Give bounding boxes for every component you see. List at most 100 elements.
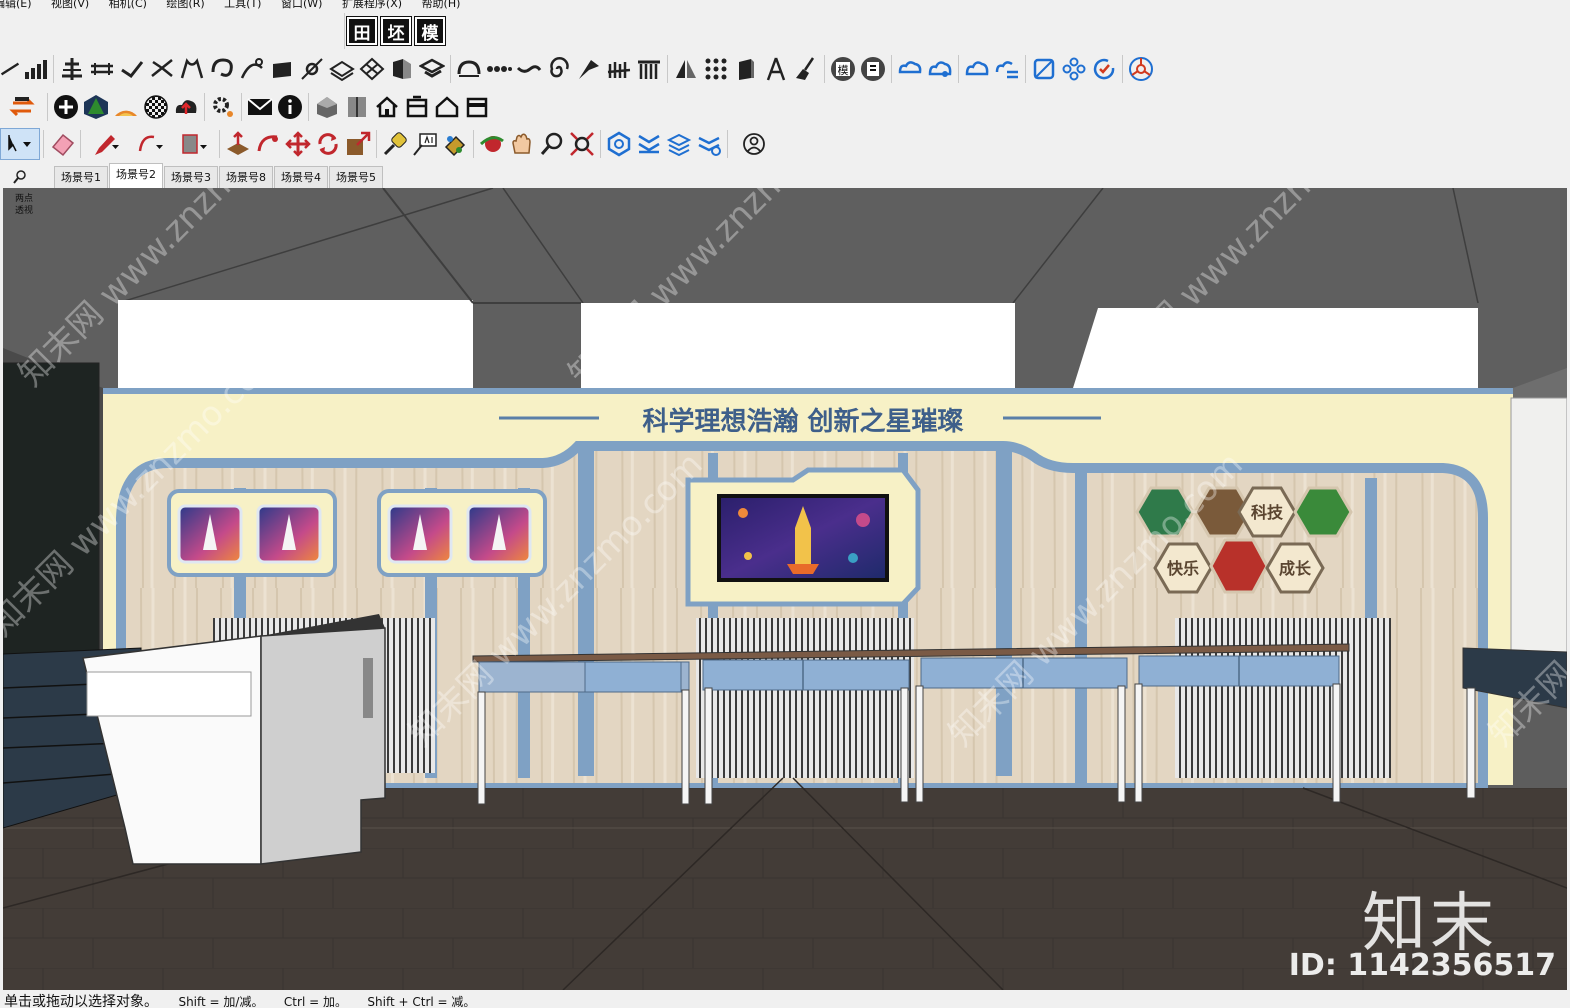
info-icon[interactable] (275, 92, 305, 122)
fence-icon[interactable] (604, 54, 634, 84)
move-tool-icon[interactable] (283, 129, 313, 159)
house-front-icon[interactable] (402, 92, 432, 122)
account-icon[interactable] (731, 129, 781, 159)
follow-me-icon[interactable] (253, 129, 283, 159)
cloud-share-icon[interactable] (925, 54, 955, 84)
frame-icon[interactable] (1029, 54, 1059, 84)
menu-help[interactable]: 帮助(H) (422, 0, 461, 10)
mo-plugin-button[interactable]: 模 (414, 16, 446, 46)
cloud-list-icon[interactable] (992, 54, 1022, 84)
menu-tools[interactable]: 工具(T) (224, 0, 261, 10)
home-icon[interactable] (372, 92, 402, 122)
flag-tool-icon[interactable] (574, 54, 604, 84)
pi-plugin-button[interactable]: 坯 (380, 16, 412, 46)
menu-edit[interactable]: 编辑(E) (0, 0, 32, 10)
paint-bucket-icon[interactable] (440, 129, 470, 159)
section-plane-icon[interactable] (604, 129, 634, 159)
pen-curve-icon[interactable] (297, 54, 327, 84)
line-tool-icon[interactable] (0, 54, 20, 84)
mirror-icon[interactable] (671, 54, 701, 84)
poster-frame-left (167, 489, 337, 577)
scene-render: 科学理想浩瀚 创新之星璀璨 科技 快乐 成长 两点 透视 知末网 www.znz… (3, 188, 1567, 990)
zoom-extents-icon[interactable] (567, 129, 597, 159)
spiral-icon[interactable] (544, 54, 574, 84)
model-viewport[interactable]: 科学理想浩瀚 创新之星璀璨 科技 快乐 成长 两点 透视 知末网 www.znz… (0, 188, 1567, 990)
chrome-icon[interactable] (1126, 54, 1156, 84)
stairs-icon[interactable] (57, 54, 87, 84)
tab-scene-3[interactable]: 场景号3 (164, 166, 218, 188)
tab-scene-2[interactable]: 场景号2 (109, 163, 163, 188)
orbit-icon[interactable] (477, 129, 507, 159)
rail-icon[interactable] (87, 54, 117, 84)
tab-scene-8[interactable]: 场景号8 (219, 166, 273, 188)
menu-camera[interactable]: 相机(C) (109, 0, 147, 10)
box-tool-icon[interactable] (387, 54, 417, 84)
scale-tool-icon[interactable] (343, 129, 373, 159)
house-outline-icon[interactable] (432, 92, 462, 122)
columns-icon[interactable] (634, 54, 664, 84)
fold-icon[interactable] (117, 54, 147, 84)
curve-tool-icon[interactable] (237, 54, 267, 84)
tab-scene-4[interactable]: 场景号4 (274, 166, 328, 188)
cloud-upload-icon[interactable] (962, 54, 992, 84)
image-id-watermark: ID: 1142356517 (1288, 948, 1556, 983)
house-side-icon[interactable] (342, 92, 372, 122)
export-badge-icon[interactable] (858, 54, 888, 84)
mo-badge-icon[interactable]: 模 (828, 54, 858, 84)
section-settings-icon[interactable] (694, 129, 724, 159)
section-cut-icon[interactable] (634, 129, 664, 159)
pencil-icon[interactable] (84, 129, 128, 159)
menu-extensions[interactable]: 扩展程序(X) (342, 0, 402, 10)
cloud-link-icon[interactable] (895, 54, 925, 84)
gear-icon[interactable] (208, 92, 238, 122)
tape-measure-icon[interactable] (380, 129, 410, 159)
pan-hand-icon[interactable] (507, 129, 537, 159)
menu-view[interactable]: 视图(V) (51, 0, 89, 10)
rectangle-tool-icon[interactable] (172, 129, 216, 159)
status-hint-shift-ctrl: Shift + Ctrl = 减。 (367, 995, 476, 1008)
cloud-up-icon[interactable] (171, 92, 201, 122)
flower-network-icon[interactable] (1059, 54, 1089, 84)
bar-chart-icon[interactable] (20, 54, 50, 84)
dot-grid-icon[interactable] (701, 54, 731, 84)
zoom-icon[interactable] (537, 129, 567, 159)
house-back-icon[interactable] (462, 92, 492, 122)
arc-tool-icon[interactable] (128, 129, 172, 159)
rotate-tool-icon[interactable] (313, 129, 343, 159)
arch-icon[interactable] (454, 54, 484, 84)
grid-diamond-icon[interactable] (357, 54, 387, 84)
broom-icon[interactable] (791, 54, 821, 84)
dots-chain-icon[interactable] (484, 54, 514, 84)
magnifier-icon[interactable] (0, 166, 40, 188)
tian-plugin-button[interactable]: 田 (346, 16, 378, 46)
tree-icon[interactable] (81, 92, 111, 122)
status-hint-shift: Shift = 加/减。 (178, 995, 264, 1008)
house-iso-icon[interactable] (312, 92, 342, 122)
menu-draw[interactable]: 绘图(R) (166, 0, 204, 10)
branch-icon[interactable] (147, 54, 177, 84)
text-tool-icon[interactable] (410, 129, 440, 159)
section-fill-icon[interactable] (664, 129, 694, 159)
compass-tool-icon[interactable] (761, 54, 791, 84)
toolbar-row-1: 模 (0, 53, 1570, 85)
mail-icon[interactable] (245, 92, 275, 122)
eraser-icon[interactable] (47, 129, 77, 159)
tab-scene-5[interactable]: 场景号5 (329, 166, 383, 188)
select-tool-icon[interactable] (0, 128, 40, 160)
tab-scene-1[interactable]: 场景号1 (54, 166, 108, 188)
refresh-check-icon[interactable] (1089, 54, 1119, 84)
panel-stack-icon[interactable] (417, 54, 447, 84)
layers-stack-icon[interactable] (327, 54, 357, 84)
plugin-toolbar: 田 坯 模 (344, 13, 455, 49)
add-circle-icon[interactable] (51, 92, 81, 122)
sun-gradient-icon[interactable] (111, 92, 141, 122)
wave-line-icon[interactable] (514, 54, 544, 84)
extrude-icon[interactable] (731, 54, 761, 84)
checker-sphere-icon[interactable] (141, 92, 171, 122)
arc-shape-icon[interactable] (177, 54, 207, 84)
slab-icon[interactable] (267, 54, 297, 84)
menu-window[interactable]: 窗口(W) (281, 0, 322, 10)
push-pull-icon[interactable] (223, 129, 253, 159)
loop-icon[interactable] (207, 54, 237, 84)
swap-arrows-icon[interactable] (0, 92, 44, 122)
